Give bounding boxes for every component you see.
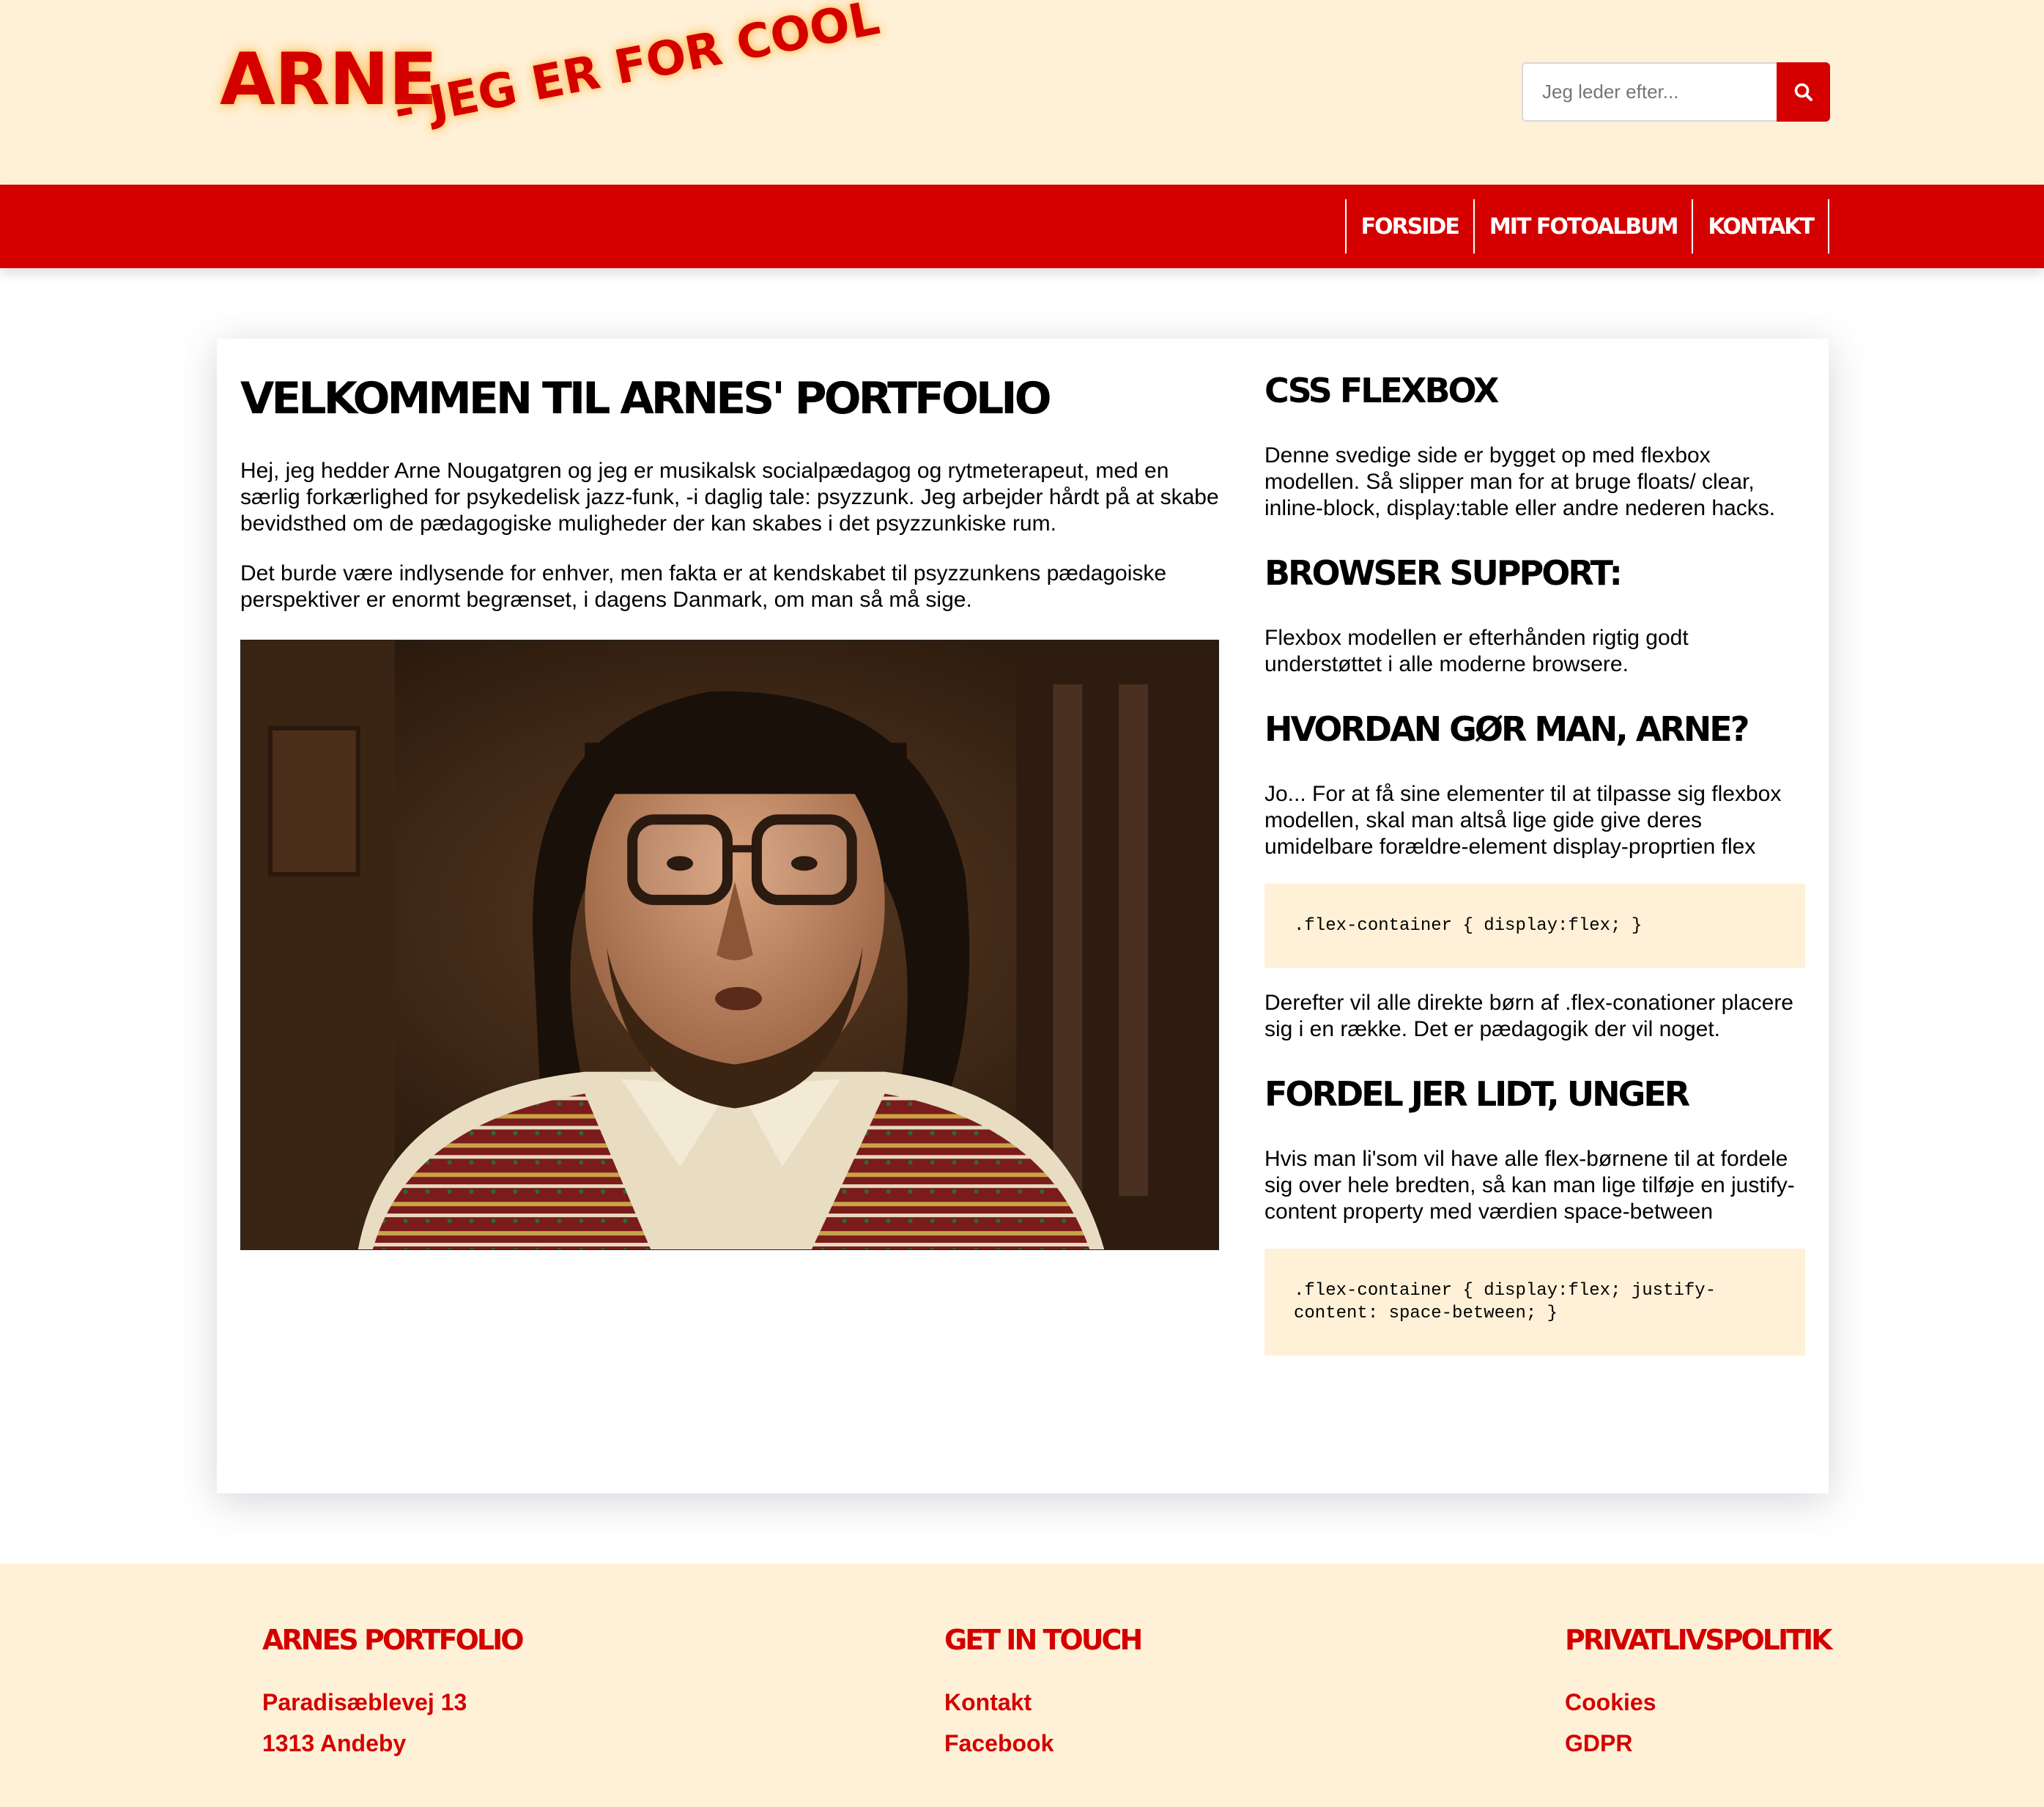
second-paragraph: Det burde være indlysende for enhver, me… bbox=[240, 561, 1167, 612]
code-block-display-flex: .flex-container { display:flex; } bbox=[1264, 883, 1805, 968]
search-button[interactable] bbox=[1777, 62, 1830, 122]
heading-css-flexbox: CSS FLEXBOX bbox=[1264, 371, 1499, 410]
search-icon bbox=[1794, 83, 1812, 101]
footer-column-privacy: PRIVATLIVSPOLITIK Cookies GDPR bbox=[1565, 1624, 1833, 1756]
search-form bbox=[1522, 62, 1830, 122]
flexbox-paragraph: Denne svedige side er bygget op med flex… bbox=[1264, 443, 1776, 520]
main-navigation: FORSIDE MIT FOTOALBUM KONTAKT bbox=[0, 185, 2044, 268]
footer-heading: PRIVATLIVSPOLITIK bbox=[1565, 1624, 1833, 1656]
hvordan-followup-paragraph: Derefter vil alle direkte børn af .flex-… bbox=[1264, 990, 1793, 1041]
page: ARNE - JEG ER FOR COOL FORSIDE MIT FOTOA… bbox=[0, 0, 2044, 1807]
heading-hvordan: HVORDAN GØR MAN, ARNE? bbox=[1264, 709, 1749, 749]
footer-heading: ARNES PORTFOLIO bbox=[262, 1624, 525, 1656]
footer-link-city[interactable]: 1313 Andeby bbox=[262, 1731, 522, 1756]
footer-link-kontakt[interactable]: Kontakt bbox=[944, 1690, 1141, 1715]
nav-list: FORSIDE MIT FOTOALBUM KONTAKT bbox=[1344, 199, 1829, 254]
footer-column-portfolio: ARNES PORTFOLIO Paradisæblevej 13 1313 A… bbox=[262, 1624, 525, 1756]
content-card: VELKOMMEN TIL ARNES' PORTFOLIO Hej, jeg … bbox=[217, 339, 1829, 1493]
footer-link-facebook[interactable]: Facebook bbox=[944, 1731, 1141, 1756]
footer-link-cookies[interactable]: Cookies bbox=[1565, 1690, 1831, 1715]
sidebar-column: CSS FLEXBOX Denne svedige side er bygget… bbox=[1264, 372, 1805, 1356]
footer-column-contact: GET IN TOUCH Kontakt Facebook bbox=[944, 1624, 1143, 1756]
browser-support-paragraph: Flexbox modellen er efterhånden rigtig g… bbox=[1264, 625, 1689, 676]
nav-item-kontakt[interactable]: KONTAKT bbox=[1693, 199, 1829, 254]
fordel-paragraph: Hvis man li'som vil have alle flex-børne… bbox=[1264, 1146, 1795, 1224]
site-footer: ARNES PORTFOLIO Paradisæblevej 13 1313 A… bbox=[0, 1564, 2044, 1807]
footer-link-address[interactable]: Paradisæblevej 13 bbox=[262, 1690, 522, 1715]
logo-tagline: - JEG ER FOR COOL bbox=[389, 0, 884, 138]
search-input[interactable] bbox=[1522, 62, 1777, 122]
portrait-photo bbox=[240, 640, 1219, 1250]
code-block-justify-content: .flex-container { display:flex; justify-… bbox=[1264, 1248, 1805, 1356]
nav-item-forside[interactable]: FORSIDE bbox=[1347, 199, 1475, 254]
footer-heading: GET IN TOUCH bbox=[944, 1624, 1143, 1656]
main-column: VELKOMMEN TIL ARNES' PORTFOLIO Hej, jeg … bbox=[240, 374, 1219, 1250]
footer-link-gdpr[interactable]: GDPR bbox=[1565, 1731, 1831, 1756]
page-title: VELKOMMEN TIL ARNES' PORTFOLIO bbox=[240, 373, 1052, 424]
heading-browser-support: BROWSER SUPPORT: bbox=[1264, 553, 1623, 593]
hvordan-paragraph: Jo... For at få sine elementer til at ti… bbox=[1264, 781, 1782, 859]
site-header: ARNE - JEG ER FOR COOL bbox=[0, 0, 2044, 185]
heading-fordel: FORDEL JER LIDT, UNGER bbox=[1264, 1074, 1690, 1114]
intro-paragraph: Hej, jeg hedder Arne Nougatgren og jeg e… bbox=[240, 459, 1219, 536]
nav-item-fotoalbum[interactable]: MIT FOTOALBUM bbox=[1475, 199, 1694, 254]
